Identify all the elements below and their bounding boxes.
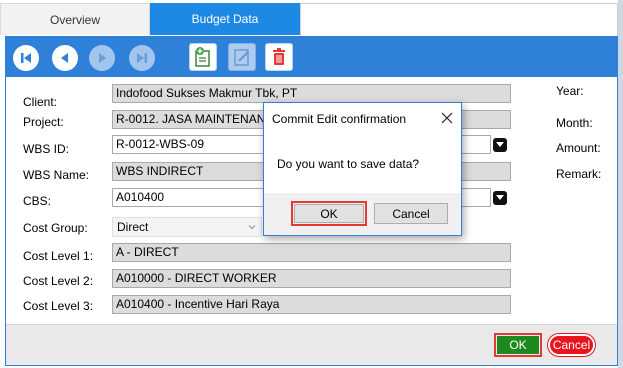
next-record-icon	[99, 53, 106, 63]
tab-budget-data[interactable]: Budget Data	[150, 3, 300, 35]
first-record-button[interactable]	[13, 45, 39, 71]
commit-edit-dialog: Commit Edit confirmation Do you want to …	[263, 102, 462, 236]
cost-level2-label: Cost Level 2:	[23, 274, 94, 288]
last-record-button[interactable]	[129, 45, 155, 71]
dialog-footer: OK Cancel	[264, 193, 461, 235]
close-icon	[441, 112, 453, 124]
first-record-icon	[21, 53, 31, 63]
last-record-icon	[137, 53, 147, 63]
amount-label: Amount:	[556, 141, 601, 155]
dialog-ok-label: OK	[294, 204, 364, 223]
year-label: Year:	[556, 84, 584, 98]
chevron-down-icon	[496, 142, 504, 147]
dialog-cancel-button[interactable]: Cancel	[374, 203, 448, 224]
dialog-close-button[interactable]	[439, 110, 455, 126]
ok-button[interactable]: OK	[494, 333, 542, 357]
previous-record-icon	[61, 53, 68, 63]
tab-overview[interactable]: Overview	[0, 3, 150, 35]
previous-record-button[interactable]	[52, 45, 78, 71]
cost-group-label: Cost Group:	[23, 221, 88, 235]
tab-bar: Overview Budget Data	[0, 0, 623, 36]
cost-level3-label: Cost Level 3:	[23, 299, 94, 313]
cost-level1-label: Cost Level 1:	[23, 249, 94, 263]
action-bar: OK Cancel	[6, 324, 617, 365]
cost-level2-field: A010000 - DIRECT WORKER	[112, 269, 511, 288]
tab-strip-empty	[300, 3, 618, 36]
client-field: Indofood Sukses Makmur Tbk, PT	[112, 84, 511, 103]
edit-document-icon	[234, 49, 249, 66]
wbs-name-label: WBS Name:	[23, 168, 90, 182]
chevron-down-icon	[248, 225, 256, 230]
chevron-down-icon	[496, 195, 504, 200]
cbs-label: CBS:	[23, 194, 52, 208]
cost-group-select[interactable]: Direct	[112, 217, 262, 237]
month-label: Month:	[556, 116, 593, 130]
ok-button-label: OK	[497, 336, 539, 354]
wbs-id-lookup-button[interactable]	[493, 138, 507, 152]
add-document-icon	[195, 47, 210, 67]
add-button[interactable]	[189, 43, 217, 71]
edit-button[interactable]	[228, 43, 256, 71]
client-label: Client:	[23, 95, 58, 109]
dialog-title: Commit Edit confirmation	[272, 112, 407, 126]
cost-level3-field: A010400 - Incentive Hari Raya	[112, 295, 511, 314]
cancel-button[interactable]: Cancel	[548, 334, 595, 356]
cbs-lookup-button[interactable]	[493, 191, 507, 205]
remark-label: Remark:	[556, 167, 602, 181]
delete-trash-icon	[273, 48, 285, 65]
toolbar	[6, 37, 617, 77]
cost-group-value: Direct	[117, 220, 149, 234]
dialog-title-bar: Commit Edit confirmation	[264, 103, 461, 134]
cost-level1-field: A - DIRECT	[112, 243, 511, 262]
dialog-message: Do you want to save data?	[277, 157, 420, 171]
next-record-button[interactable]	[89, 45, 115, 71]
wbs-id-label: WBS ID:	[23, 142, 70, 156]
window-edge	[618, 0, 623, 368]
delete-button[interactable]	[265, 43, 293, 71]
project-label: Project:	[23, 115, 64, 129]
dialog-ok-button[interactable]: OK	[291, 201, 367, 226]
